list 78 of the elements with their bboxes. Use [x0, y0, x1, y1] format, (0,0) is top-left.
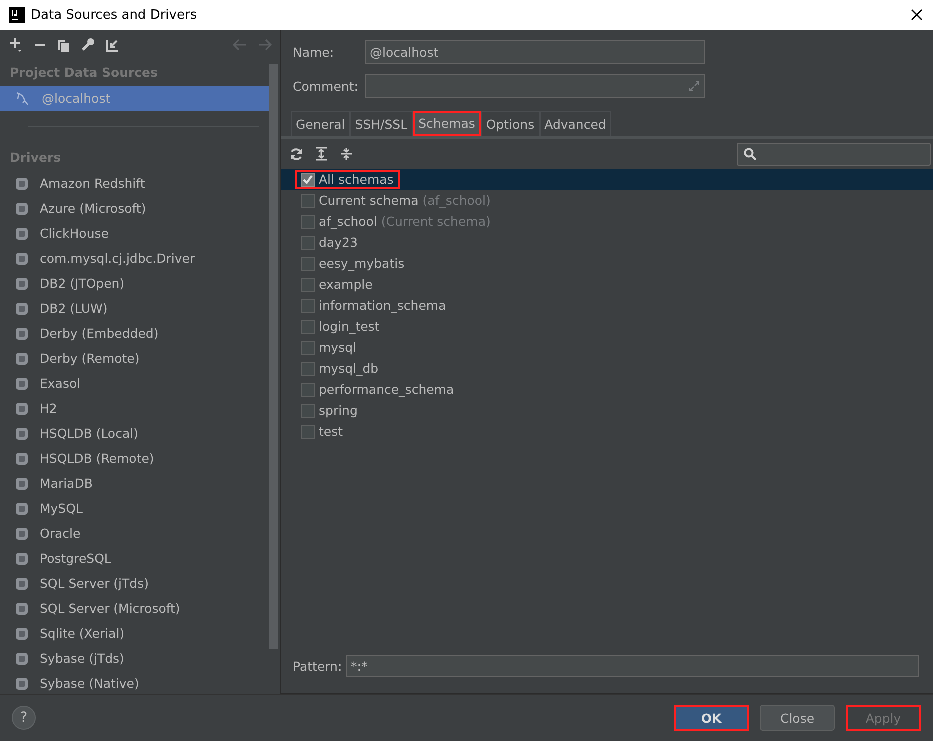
add-icon[interactable]	[9, 37, 23, 53]
driver-item[interactable]: PostgreSQL	[0, 546, 269, 571]
schema-item[interactable]: spring	[295, 401, 364, 420]
checkbox[interactable]	[301, 298, 315, 312]
schema-item[interactable]: eesy_mybatis	[295, 254, 411, 273]
app-logo-icon	[9, 7, 25, 23]
driver-item[interactable]: Exasol	[0, 371, 269, 396]
schema-item[interactable]: performance_schema	[295, 380, 460, 399]
checkbox[interactable]	[301, 194, 315, 208]
checkbox[interactable]	[301, 362, 315, 376]
search-field[interactable]	[737, 142, 931, 166]
tab[interactable]: Schemas	[412, 111, 482, 136]
driver-item[interactable]: Derby (Embedded)	[0, 321, 269, 346]
tab[interactable]: General	[291, 111, 350, 136]
schema-item[interactable]: Current schema (af_school)	[295, 191, 497, 210]
checkbox[interactable]	[301, 256, 315, 270]
checkbox[interactable]	[301, 382, 315, 396]
schema-item[interactable]: test	[295, 422, 350, 441]
driver-item[interactable]: SQL Server (Microsoft)	[0, 596, 269, 621]
driver-item[interactable]: HSQLDB (Remote)	[0, 446, 269, 471]
refresh-icon[interactable]	[290, 148, 303, 160]
driver-item[interactable]: Sybase (Native)	[0, 671, 269, 694]
driver-item[interactable]: Derby (Remote)	[0, 346, 269, 371]
driver-item[interactable]: Azure (Microsoft)	[0, 196, 269, 221]
comment-field[interactable]	[365, 74, 705, 98]
checkbox[interactable]	[301, 320, 315, 334]
section-header: Project Data Sources	[9, 64, 159, 82]
tab[interactable]: SSH/SSL	[350, 111, 413, 136]
window-title: Data Sources and Drivers	[31, 8, 198, 22]
schema-item[interactable]: day23	[295, 233, 364, 252]
checkbox[interactable]	[301, 340, 315, 354]
driver-item[interactable]: MySQL	[0, 496, 269, 521]
schema-item[interactable]: All schemas	[295, 170, 400, 189]
comment-label: Comment:	[293, 78, 360, 94]
name-field[interactable]: @localhost	[365, 40, 705, 64]
wrench-icon[interactable]	[81, 38, 95, 52]
expand-all-icon[interactable]	[315, 147, 328, 161]
checkbox[interactable]	[301, 214, 315, 228]
search-icon	[744, 148, 757, 160]
schema-item[interactable]: information_schema	[295, 296, 452, 315]
collapse-all-icon[interactable]	[340, 147, 353, 161]
checkbox[interactable]	[301, 278, 315, 292]
pattern-field[interactable]: *:*	[346, 655, 919, 677]
expand-icon[interactable]	[689, 80, 700, 92]
checkbox[interactable]	[301, 404, 315, 418]
close-icon[interactable]	[911, 9, 923, 21]
driver-item[interactable]: HSQLDB (Local)	[0, 421, 269, 446]
forward-arrow-icon[interactable]	[258, 39, 272, 51]
section-header: Drivers	[9, 149, 62, 167]
schema-item[interactable]: af_school (Current schema)	[295, 212, 497, 231]
schema-item[interactable]: mysql	[295, 338, 362, 357]
pattern-label: Pattern:	[293, 658, 344, 674]
driver-item[interactable]: ClickHouse	[0, 221, 269, 246]
tab[interactable]: Advanced	[540, 111, 612, 136]
driver-item[interactable]: SQL Server (jTds)	[0, 571, 269, 596]
name-label: Name:	[293, 44, 336, 60]
driver-item[interactable]: Oracle	[0, 521, 269, 546]
back-arrow-icon[interactable]	[233, 39, 247, 51]
checkbox[interactable]	[301, 424, 315, 438]
import-icon[interactable]	[106, 38, 119, 52]
checkbox[interactable]	[301, 172, 315, 186]
driver-item[interactable]: Amazon Redshift	[0, 171, 269, 196]
checkbox[interactable]	[301, 236, 315, 250]
driver-item[interactable]: com.mysql.cj.jdbc.Driver	[0, 246, 269, 271]
driver-item[interactable]: H2	[0, 396, 269, 421]
dialog-button[interactable]: Close	[760, 705, 835, 731]
driver-item[interactable]: Sqlite (Xerial)	[0, 621, 269, 646]
tab[interactable]: Options	[481, 111, 540, 136]
schema-item[interactable]: login_test	[295, 317, 386, 336]
copy-icon[interactable]	[57, 38, 70, 52]
dialog-button[interactable]: OK	[674, 705, 749, 731]
driver-item[interactable]: DB2 (JTOpen)	[0, 271, 269, 296]
schema-item[interactable]: mysql_db	[295, 359, 385, 378]
driver-item[interactable]: DB2 (LUW)	[0, 296, 269, 321]
help-button[interactable]: ?	[12, 706, 36, 730]
schema-item[interactable]: example	[295, 275, 379, 294]
driver-item[interactable]: MariaDB	[0, 471, 269, 496]
driver-item[interactable]: Sybase (jTds)	[0, 646, 269, 671]
